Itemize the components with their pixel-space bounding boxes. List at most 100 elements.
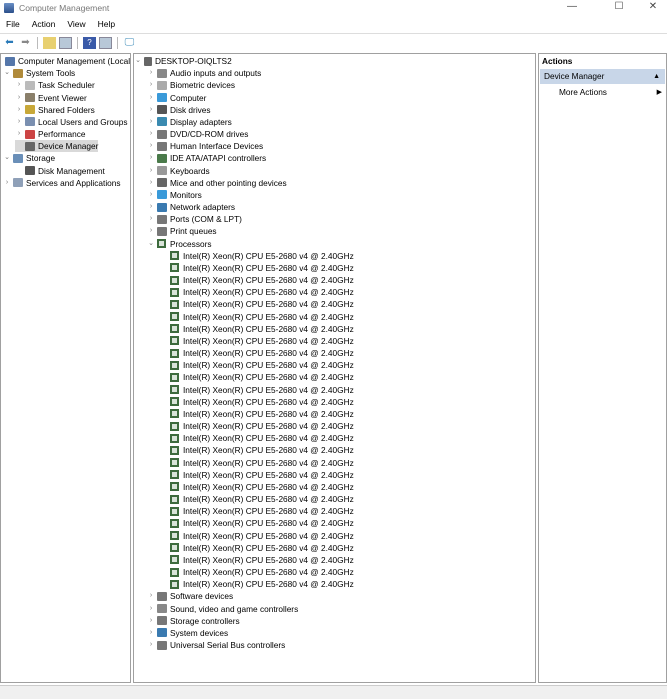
expand-chevron-right-icon[interactable]: › xyxy=(147,189,155,201)
device-category[interactable]: › Ports (COM & LPT) xyxy=(147,213,242,225)
expand-chevron-right-icon[interactable]: › xyxy=(147,79,155,91)
expand-chevron-right-icon[interactable]: › xyxy=(147,225,155,237)
expand-chevron-right-icon[interactable]: › xyxy=(15,128,23,140)
processor-item[interactable]: Intel(R) Xeon(R) CPU E5-2680 v4 @ 2.40GH… xyxy=(160,335,354,347)
expand-chevron-right-icon[interactable]: › xyxy=(147,140,155,152)
actions-section-device-manager[interactable]: Device Manager ▲ xyxy=(540,69,665,84)
collapse-up-icon[interactable]: ▲ xyxy=(653,69,660,84)
processor-item[interactable]: Intel(R) Xeon(R) CPU E5-2680 v4 @ 2.40GH… xyxy=(160,298,354,310)
processor-item[interactable]: Intel(R) Xeon(R) CPU E5-2680 v4 @ 2.40GH… xyxy=(160,457,354,469)
device-category[interactable]: › Network adapters xyxy=(147,201,235,213)
device-category[interactable]: › Storage controllers xyxy=(147,615,240,627)
menu-action[interactable]: Action xyxy=(26,19,62,29)
expand-chevron-down-icon[interactable]: ⌄ xyxy=(3,67,11,79)
expand-chevron-right-icon[interactable]: › xyxy=(147,627,155,639)
tree-item[interactable]: › Local Users and Groups xyxy=(15,116,128,128)
device-category[interactable]: › Sound, video and game controllers xyxy=(147,603,298,615)
expand-chevron-right-icon[interactable]: › xyxy=(147,165,155,177)
processor-item[interactable]: Intel(R) Xeon(R) CPU E5-2680 v4 @ 2.40GH… xyxy=(160,250,354,262)
back-icon[interactable]: ⬅ xyxy=(3,37,16,49)
device-category[interactable]: › Computer xyxy=(147,92,207,104)
expand-chevron-right-icon[interactable]: › xyxy=(147,201,155,213)
expand-chevron-right-icon[interactable]: › xyxy=(147,177,155,189)
processor-item[interactable]: Intel(R) Xeon(R) CPU E5-2680 v4 @ 2.40GH… xyxy=(160,384,354,396)
device-tree-root[interactable]: ⌄ DESKTOP-OIQLTS2 xyxy=(134,55,232,67)
processor-item[interactable]: Intel(R) Xeon(R) CPU E5-2680 v4 @ 2.40GH… xyxy=(160,481,354,493)
expand-chevron-right-icon[interactable]: › xyxy=(147,615,155,627)
device-category[interactable]: › Audio inputs and outputs xyxy=(147,67,262,79)
expand-chevron-right-icon[interactable]: › xyxy=(3,177,11,189)
up-folder-icon[interactable] xyxy=(43,36,56,49)
minimize-button[interactable]: — xyxy=(558,0,586,14)
expand-chevron-right-icon[interactable]: › xyxy=(147,590,155,602)
processor-item[interactable]: Intel(R) Xeon(R) CPU E5-2680 v4 @ 2.40GH… xyxy=(160,530,354,542)
expand-chevron-right-icon[interactable]: › xyxy=(15,104,23,116)
expand-chevron-right-icon[interactable]: › xyxy=(15,79,23,91)
tree-item[interactable]: › Event Viewer xyxy=(15,92,87,104)
device-category[interactable]: › Disk drives xyxy=(147,104,211,116)
processor-item[interactable]: Intel(R) Xeon(R) CPU E5-2680 v4 @ 2.40GH… xyxy=(160,286,354,298)
processor-item[interactable]: Intel(R) Xeon(R) CPU E5-2680 v4 @ 2.40GH… xyxy=(160,578,354,590)
processor-item[interactable]: Intel(R) Xeon(R) CPU E5-2680 v4 @ 2.40GH… xyxy=(160,396,354,408)
processor-item[interactable]: Intel(R) Xeon(R) CPU E5-2680 v4 @ 2.40GH… xyxy=(160,432,354,444)
device-category[interactable]: › Monitors xyxy=(147,189,202,201)
processor-item[interactable]: Intel(R) Xeon(R) CPU E5-2680 v4 @ 2.40GH… xyxy=(160,554,354,566)
tree-item[interactable]: Disk Management xyxy=(15,165,105,177)
expand-chevron-right-icon[interactable]: › xyxy=(15,92,23,104)
processor-item[interactable]: Intel(R) Xeon(R) CPU E5-2680 v4 @ 2.40GH… xyxy=(160,347,354,359)
expand-chevron-right-icon[interactable]: › xyxy=(147,639,155,651)
device-category[interactable]: › Universal Serial Bus controllers xyxy=(147,639,285,651)
expand-chevron-right-icon[interactable]: › xyxy=(147,116,155,128)
processor-item[interactable]: Intel(R) Xeon(R) CPU E5-2680 v4 @ 2.40GH… xyxy=(160,311,354,323)
device-category[interactable]: › Biometric devices xyxy=(147,79,235,91)
tree-item[interactable]: › Services and Applications xyxy=(3,177,121,189)
device-category[interactable]: › Display adapters xyxy=(147,116,232,128)
expand-chevron-down-icon[interactable]: ⌄ xyxy=(134,55,142,67)
maximize-button[interactable]: ☐ xyxy=(605,0,633,14)
expand-chevron-right-icon[interactable]: › xyxy=(147,104,155,116)
device-category[interactable]: › DVD/CD-ROM drives xyxy=(147,128,249,140)
processor-item[interactable]: Intel(R) Xeon(R) CPU E5-2680 v4 @ 2.40GH… xyxy=(160,542,354,554)
processor-item[interactable]: Intel(R) Xeon(R) CPU E5-2680 v4 @ 2.40GH… xyxy=(160,517,354,529)
device-category[interactable]: › IDE ATA/ATAPI controllers xyxy=(147,152,266,164)
processor-item[interactable]: Intel(R) Xeon(R) CPU E5-2680 v4 @ 2.40GH… xyxy=(160,493,354,505)
device-category[interactable]: › Mice and other pointing devices xyxy=(147,177,287,189)
processor-item[interactable]: Intel(R) Xeon(R) CPU E5-2680 v4 @ 2.40GH… xyxy=(160,323,354,335)
menu-view[interactable]: View xyxy=(61,19,91,29)
processor-item[interactable]: Intel(R) Xeon(R) CPU E5-2680 v4 @ 2.40GH… xyxy=(160,566,354,578)
tree-item[interactable]: › Task Scheduler xyxy=(15,79,95,91)
tree-item[interactable]: › Shared Folders xyxy=(15,104,95,116)
expand-chevron-right-icon[interactable]: › xyxy=(147,152,155,164)
more-actions[interactable]: More Actions ▶ xyxy=(559,86,662,99)
processor-item[interactable]: Intel(R) Xeon(R) CPU E5-2680 v4 @ 2.40GH… xyxy=(160,420,354,432)
processor-item[interactable]: Intel(R) Xeon(R) CPU E5-2680 v4 @ 2.40GH… xyxy=(160,371,354,383)
tree-item[interactable]: Computer Management (Local xyxy=(1,55,130,67)
expand-chevron-right-icon[interactable]: › xyxy=(147,603,155,615)
processor-item[interactable]: Intel(R) Xeon(R) CPU E5-2680 v4 @ 2.40GH… xyxy=(160,444,354,456)
device-category[interactable]: › Software devices xyxy=(147,590,233,602)
help-icon[interactable]: ? xyxy=(83,36,96,49)
menu-help[interactable]: Help xyxy=(92,19,121,29)
device-category[interactable]: › Keyboards xyxy=(147,165,210,177)
tree-item[interactable]: Device Manager xyxy=(15,140,99,153)
device-category-processors[interactable]: ⌄ Processors xyxy=(147,238,211,250)
tree-item[interactable]: ⌄ System Tools xyxy=(3,67,75,79)
processor-item[interactable]: Intel(R) Xeon(R) CPU E5-2680 v4 @ 2.40GH… xyxy=(160,262,354,274)
properties-icon[interactable] xyxy=(99,36,112,49)
tree-item[interactable]: ⌄ Storage xyxy=(3,152,55,164)
expand-chevron-down-icon[interactable]: ⌄ xyxy=(147,238,155,250)
expand-chevron-right-icon[interactable]: › xyxy=(147,213,155,225)
device-category[interactable]: › System devices xyxy=(147,627,228,639)
expand-chevron-right-icon[interactable]: › xyxy=(15,116,23,128)
processor-item[interactable]: Intel(R) Xeon(R) CPU E5-2680 v4 @ 2.40GH… xyxy=(160,359,354,371)
forward-icon[interactable]: ➡ xyxy=(19,37,32,49)
menu-file[interactable]: File xyxy=(0,19,26,29)
tree-item[interactable]: › Performance xyxy=(15,128,86,140)
expand-chevron-right-icon[interactable]: › xyxy=(147,128,155,140)
expand-chevron-right-icon[interactable]: › xyxy=(147,67,155,79)
processor-item[interactable]: Intel(R) Xeon(R) CPU E5-2680 v4 @ 2.40GH… xyxy=(160,469,354,481)
device-category[interactable]: › Human Interface Devices xyxy=(147,140,263,152)
device-category[interactable]: › Print queues xyxy=(147,225,217,237)
computer-icon[interactable]: 🖵 xyxy=(123,37,136,49)
expand-chevron-right-icon[interactable]: › xyxy=(147,92,155,104)
